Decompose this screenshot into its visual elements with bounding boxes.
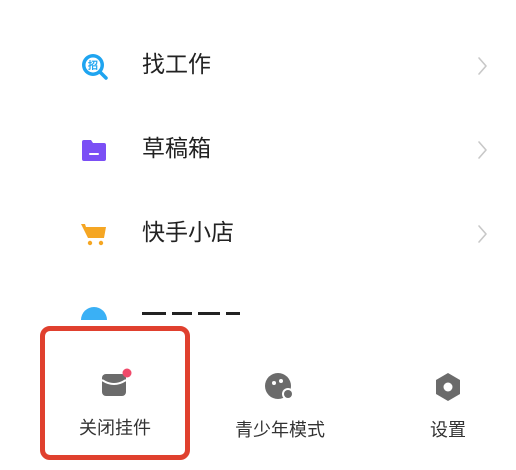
menu-item-kwai-shop[interactable]: 快手小店 — [0, 192, 516, 276]
shopping-cart-icon — [80, 220, 108, 248]
menu-item-find-job[interactable]: 招 找工作 — [0, 24, 516, 108]
teen-mode-button[interactable]: 青少年模式 — [220, 320, 340, 470]
settings-button[interactable]: 设置 — [398, 320, 498, 470]
svg-text:招: 招 — [88, 59, 98, 72]
partial-icon — [81, 307, 240, 320]
menu-item-label: 草稿箱 — [142, 136, 211, 162]
tab-label: 设置 — [430, 420, 466, 441]
menu-item-label: 找工作 — [142, 52, 211, 78]
side-menu-screen: 招 找工作 草稿箱 快手小店 关闭挂件 青少年模式 设置 — [0, 0, 516, 470]
folder-icon — [80, 136, 108, 164]
menu-item-drafts[interactable]: 草稿箱 — [0, 108, 516, 192]
menu-item-label: 快手小店 — [142, 220, 234, 246]
chevron-right-icon — [476, 138, 490, 162]
chevron-right-icon — [476, 222, 490, 246]
highlight-box — [40, 326, 190, 460]
recruit-search-icon: 招 — [80, 52, 108, 80]
tab-label: 青少年模式 — [235, 420, 325, 441]
chevron-right-icon — [476, 54, 490, 78]
settings-icon — [431, 370, 465, 404]
menu-item-partial[interactable] — [0, 296, 516, 320]
teen-mode-icon — [263, 370, 297, 404]
